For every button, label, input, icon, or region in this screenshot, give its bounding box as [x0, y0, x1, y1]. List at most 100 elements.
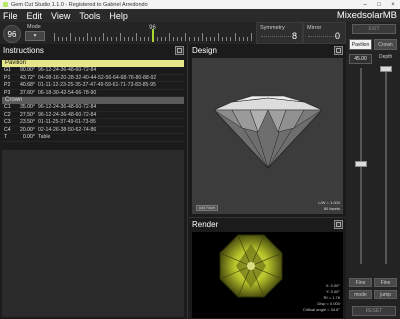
index-indicator[interactable]: 96: [3, 25, 21, 43]
symmetry-control[interactable]: Symmetry 8: [256, 22, 303, 44]
gem-wireframe: [213, 95, 323, 169]
dial-tick: [148, 37, 150, 41]
dial-tick: [95, 37, 97, 41]
dial-tick: [177, 37, 179, 41]
facet-count: 80 facets: [323, 206, 340, 211]
render-x: X: 0.00°: [325, 283, 340, 288]
minimize-icon[interactable]: –: [358, 2, 372, 8]
mode-select[interactable]: ▼: [25, 31, 45, 41]
dial-tick: [222, 37, 224, 41]
menu-help[interactable]: Help: [106, 11, 134, 21]
symmetry-label: Symmetry: [260, 25, 285, 31]
close-icon[interactable]: ×: [386, 2, 400, 8]
dial-tick: [115, 37, 117, 41]
maximize-panel-icon[interactable]: [334, 220, 343, 229]
dial-tick: [119, 33, 121, 41]
table-row[interactable]: P2 40.68° 01-11-12-23-25-35-37-47-49-59-61…: [2, 82, 184, 90]
table-row[interactable]: P3 37.60° 06-18-30-42-54-66-78-90: [2, 90, 184, 97]
table-row[interactable]: G1 90.00° 96-12-24-36-48-60-72-84: [2, 67, 184, 75]
table-row[interactable]: C2 27.50° 96-12-24-36-48-60-72-84: [2, 112, 184, 119]
dial-tick: [74, 37, 76, 41]
instructions-header: Instructions: [0, 44, 187, 57]
menu-view[interactable]: View: [48, 11, 76, 21]
dial-tick: [181, 37, 183, 41]
mode-label: Mode: [27, 24, 41, 30]
mirror-control[interactable]: Mirror 0: [303, 22, 346, 44]
index-dial[interactable]: 96: [50, 24, 255, 43]
reset-button[interactable]: RESET: [352, 306, 396, 316]
render-panel: Render X: 0.00° Y: 0.00° RI = 1.76 Disp …: [189, 217, 346, 319]
right-panel: EXIT Pavilion Crown 45.00 Depth Fine Fin…: [346, 22, 400, 319]
dial-tick: [127, 37, 129, 41]
fine-left-button[interactable]: Fine: [349, 278, 372, 287]
dial-tick: [164, 37, 166, 41]
maximize-panel-icon[interactable]: [334, 46, 343, 55]
design-title: Design: [192, 46, 217, 55]
instructions-empty-area: [2, 150, 184, 317]
dial-tick: [173, 37, 175, 41]
window-titlebar: Gem Cut Studio 1.1.0 - Registered to Gab…: [0, 0, 400, 9]
table-row[interactable]: C4 20.00° 02-14-26-38-50-62-74-86: [2, 127, 184, 134]
table-row[interactable]: P1 43.72° 04-08-16-20-28-32-40-44-52-56-64…: [2, 75, 184, 82]
depth-label: Depth: [379, 54, 393, 60]
dial-tick: [230, 37, 232, 41]
dial-tick: [246, 37, 248, 41]
dial-tick: [193, 37, 195, 41]
exit-button[interactable]: EXIT: [352, 24, 396, 34]
menu-tools[interactable]: Tools: [76, 11, 106, 21]
symmetry-value: 8: [291, 31, 297, 41]
dial-tick: [99, 37, 101, 41]
angle-field[interactable]: 45.00: [349, 54, 372, 64]
dial-tick: [131, 37, 133, 41]
maximize-panel-icon[interactable]: [175, 46, 184, 55]
depth-slider-thumb[interactable]: [380, 66, 392, 72]
fine-right-button[interactable]: Fine: [374, 278, 397, 287]
dial-tick: [226, 37, 228, 41]
render-header: Render: [189, 218, 346, 231]
dial-tick: [242, 37, 244, 41]
dial-tick: [201, 33, 203, 41]
dial-tick: [189, 37, 191, 41]
render-viewport[interactable]: X: 0.00° Y: 0.00° RI = 1.76 Disp = 0.000…: [192, 232, 343, 318]
table-row[interactable]: T 0.00° Table: [2, 134, 184, 142]
dial-tick: [185, 33, 187, 41]
dial-tick: [156, 37, 158, 41]
group-crown[interactable]: Crown: [2, 97, 184, 104]
dial-tick: [251, 33, 252, 41]
pavilion-button[interactable]: Pavilion: [349, 39, 372, 50]
app-icon: [3, 2, 8, 7]
dial-tick: [82, 37, 84, 41]
render-title: Render: [192, 220, 219, 229]
add-facet-button[interactable]: Add Facet: [196, 205, 218, 211]
dial-tick: [58, 37, 60, 41]
maximize-icon[interactable]: □: [372, 2, 386, 8]
jump-button[interactable]: jump: [374, 290, 397, 299]
window-controls: – □ ×: [358, 2, 400, 8]
table-row[interactable]: C1 35.00° 96-12-24-36-48-60-72-84: [2, 104, 184, 112]
dial-tick: [144, 37, 146, 41]
render-y: Y: 0.00°: [325, 289, 340, 294]
depth-slider-track[interactable]: [385, 68, 387, 264]
menu-file[interactable]: File: [0, 11, 24, 21]
design-panel: Design Add Facet L/W = 1.000 80 facets: [189, 44, 346, 217]
dial-tick: [54, 33, 55, 41]
mirror-label: Mirror: [307, 25, 322, 31]
dial-tick: [136, 33, 138, 41]
gem-name: MixedsolarMB: [336, 10, 397, 21]
dial-needle: [151, 29, 154, 42]
group-pavilion[interactable]: Pavilion: [2, 60, 184, 67]
dial-tick: [238, 37, 240, 41]
dial-tick: [160, 37, 162, 41]
mode-button[interactable]: mode: [349, 290, 372, 299]
angle-slider-thumb[interactable]: [355, 161, 367, 167]
table-row[interactable]: C3 23.50° 01-11-25-37-49-61-73-85: [2, 119, 184, 127]
design-viewport[interactable]: Add Facet L/W = 1.000 80 facets: [192, 58, 343, 214]
crown-button[interactable]: Crown: [374, 39, 397, 50]
menu-edit[interactable]: Edit: [24, 11, 49, 21]
dial-tick: [168, 33, 170, 41]
render-critical-angle: Critical angle = 34.6°: [302, 307, 340, 312]
dial-tick: [205, 37, 207, 41]
chevron-down-icon: ▼: [32, 33, 38, 39]
dial-tick: [218, 33, 220, 41]
mirror-value: 0: [334, 31, 340, 41]
